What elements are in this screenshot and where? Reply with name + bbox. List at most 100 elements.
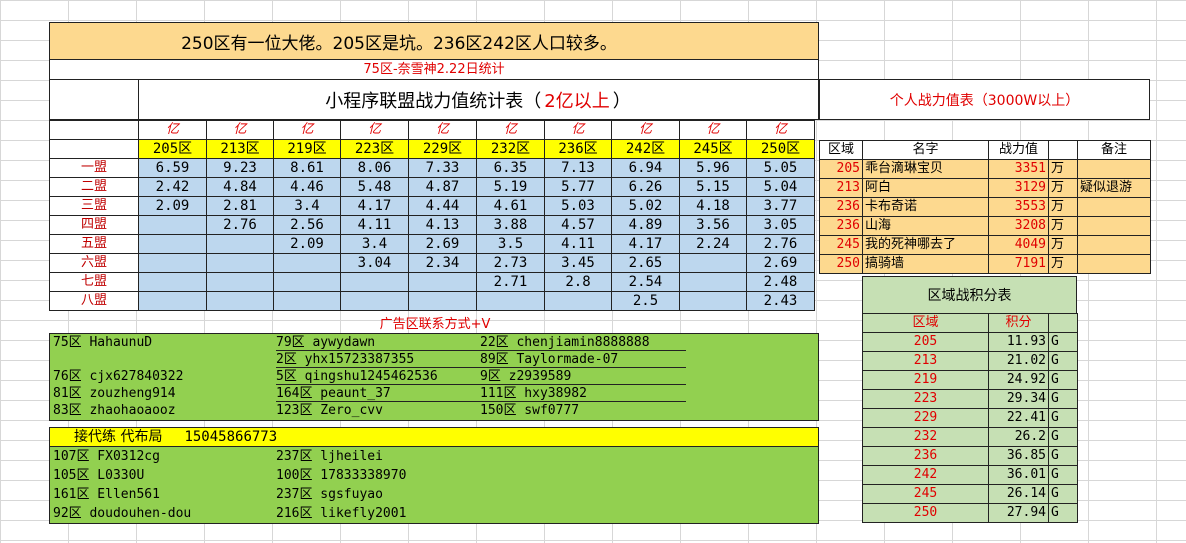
score-unit: G xyxy=(1048,332,1078,352)
score-zone: 213 xyxy=(862,351,989,371)
boosting-phone: 15045866773 xyxy=(184,429,278,445)
personal-name: 我的死神哪去了 xyxy=(862,235,989,255)
alliance-power-cell: 2.09 xyxy=(138,196,207,216)
alliance-power-cell xyxy=(138,291,207,311)
personal-name: 搞骑墙 xyxy=(862,254,989,274)
alliance-power-cell: 2.65 xyxy=(611,253,680,273)
alliance-power-cell: 5.04 xyxy=(746,177,815,197)
alliance-power-cell: 2.42 xyxy=(138,177,207,197)
alliance-power-cell: 5.77 xyxy=(544,177,612,197)
alliance-name: 一盟 xyxy=(49,158,139,178)
personal-unit: 万 xyxy=(1048,216,1078,236)
alliance-power-cell: 2.34 xyxy=(408,253,477,273)
score-zone: 245 xyxy=(862,484,989,504)
personal-zone: 236 xyxy=(819,197,863,217)
zone-header: 223区 xyxy=(340,139,409,159)
score-value: 36.01 xyxy=(988,465,1049,485)
alliance-power-cell: 5.03 xyxy=(544,196,612,216)
unit-row-empty xyxy=(49,120,139,140)
alliance-power-cell xyxy=(544,291,612,311)
alliance-power-cell: 2.54 xyxy=(611,272,680,292)
alliance-power-cell: 4.84 xyxy=(206,177,274,197)
score-value: 22.41 xyxy=(988,408,1049,428)
ad-contact: 237区 sgsfuyao xyxy=(276,487,383,502)
alliance-power-cell xyxy=(408,291,477,311)
ads-title: 广告区联系方式+V xyxy=(379,317,491,332)
alliance-table-title-block: 小程序联盟战力值统计表（ 2亿以上） xyxy=(49,79,819,120)
score-unit: G xyxy=(1048,389,1078,409)
unit-yi: 亿 xyxy=(611,120,680,140)
alliance-row: 二盟 2.42 4.84 4.46 5.48 4.87 5.19 5.77 6.26 5.15 5.… xyxy=(49,177,815,197)
ad-row-rule xyxy=(276,401,686,402)
personal-note xyxy=(1077,254,1151,274)
alliance-power-cell: 5.19 xyxy=(476,177,545,197)
score-row: 245 26.14 G xyxy=(862,484,1078,504)
score-header-zone: 区域 xyxy=(862,313,989,333)
alliance-power-cell: 9.23 xyxy=(206,158,274,178)
ad-contact: 123区 Zero_cvv xyxy=(276,403,383,418)
unit-yi: 亿 xyxy=(679,120,747,140)
alliance-power-cell: 4.61 xyxy=(476,196,545,216)
score-value: 26.2 xyxy=(988,427,1049,447)
alliance-power-cell xyxy=(206,272,274,292)
alliance-power-cell: 3.4 xyxy=(340,234,409,254)
alliance-power-cell: 2.48 xyxy=(746,272,815,292)
score-row: 223 29.34 G xyxy=(862,389,1078,409)
score-zone: 236 xyxy=(862,446,989,466)
alliance-row: 四盟 2.76 2.56 4.11 4.13 3.88 4.57 4.89 3.56 3.05 xyxy=(49,215,815,235)
alliance-power-table: 亿亿亿亿亿亿亿亿亿亿 205区 213区 219区 223区 229区 232区 236区 24… xyxy=(49,120,815,311)
alliance-power-cell: 4.11 xyxy=(340,215,409,235)
zone-header: 219区 xyxy=(273,139,341,159)
personal-zone: 213 xyxy=(819,178,863,198)
personal-row: 236 山海 3208 万 xyxy=(819,216,1151,236)
personal-name: 山海 xyxy=(862,216,989,236)
col-header-note: 备注 xyxy=(1077,140,1151,160)
personal-power: 7191 xyxy=(988,254,1049,274)
alliance-power-cell: 8.06 xyxy=(340,158,409,178)
alliance-power-cell: 3.4 xyxy=(273,196,341,216)
alliance-power-cell: 4.44 xyxy=(408,196,477,216)
personal-unit: 万 xyxy=(1048,178,1078,198)
score-unit: G xyxy=(1048,370,1078,390)
alliance-power-cell: 2.76 xyxy=(206,215,274,235)
score-row: 213 21.02 G xyxy=(862,351,1078,371)
personal-unit: 万 xyxy=(1048,235,1078,255)
score-value: 21.02 xyxy=(988,351,1049,371)
alliance-power-cell: 6.59 xyxy=(138,158,207,178)
ad-contact: 76区 cjx627840322 xyxy=(53,369,184,384)
alliance-power-cell: 3.45 xyxy=(544,253,612,273)
personal-power-title: 个人战力值表（3000W以上） xyxy=(819,79,1150,120)
zone-header-empty xyxy=(49,139,139,159)
zone-header: 245区 xyxy=(679,139,747,159)
alliance-power-cell: 3.05 xyxy=(746,215,815,235)
alliance-power-cell xyxy=(476,291,545,311)
alliance-power-cell: 2.76 xyxy=(746,234,815,254)
zone-score-table: 区域 积分 205 11.93 G 213 21.02 G 219 24.92 G 223 29.3… xyxy=(862,313,1078,523)
score-value: 24.92 xyxy=(988,370,1049,390)
alliance-name: 五盟 xyxy=(49,234,139,254)
zone-header: 242区 xyxy=(611,139,680,159)
zone-header: 236区 xyxy=(544,139,612,159)
alliance-power-cell: 4.17 xyxy=(340,196,409,216)
personal-row: 250 搞骑墙 7191 万 xyxy=(819,254,1151,274)
score-unit: G xyxy=(1048,446,1078,466)
alliance-power-cell: 2.09 xyxy=(273,234,341,254)
unit-yi: 亿 xyxy=(340,120,409,140)
personal-power: 3553 xyxy=(988,197,1049,217)
alliance-power-cell: 7.13 xyxy=(544,158,612,178)
personal-unit: 万 xyxy=(1048,159,1078,179)
personal-row: 205 乖台滴琳宝贝 3351 万 xyxy=(819,159,1151,179)
alliance-power-cell xyxy=(138,272,207,292)
personal-zone: 250 xyxy=(819,254,863,274)
score-header-score: 积分 xyxy=(988,313,1049,333)
personal-name: 卡布奇诺 xyxy=(862,197,989,217)
alliance-power-cell: 4.17 xyxy=(611,234,680,254)
score-unit: G xyxy=(1048,484,1078,504)
alliance-name: 四盟 xyxy=(49,215,139,235)
alliance-power-cell: 6.26 xyxy=(611,177,680,197)
alliance-power-cell xyxy=(679,291,747,311)
unit-row: 亿亿亿亿亿亿亿亿亿亿 xyxy=(49,120,815,140)
alliance-row: 一盟 6.59 9.23 8.61 8.06 7.33 6.35 7.13 6.94 5.96 5.… xyxy=(49,158,815,178)
alliance-name: 二盟 xyxy=(49,177,139,197)
ad-row-rule xyxy=(276,367,686,368)
